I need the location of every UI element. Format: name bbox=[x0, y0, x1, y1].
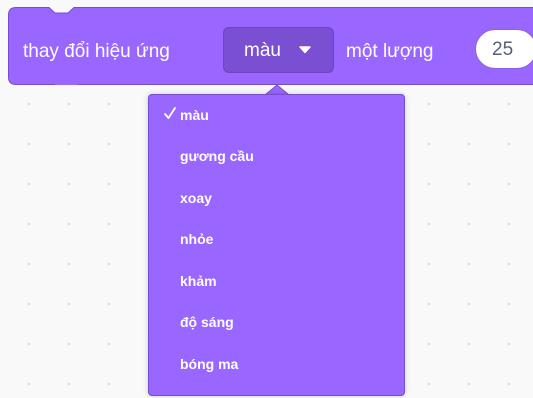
amount-value: 25 bbox=[492, 39, 514, 60]
dropdown-item-kham[interactable]: khảm bbox=[149, 261, 404, 302]
code-workspace[interactable]: thay đổi hiệu ứng màu một lượng 25 màu g… bbox=[0, 0, 533, 398]
dropdown-item-label: màu bbox=[180, 107, 209, 123]
change-effect-block[interactable]: thay đổi hiệu ứng màu một lượng 25 bbox=[8, 7, 533, 85]
dropdown-item-label: bóng ma bbox=[180, 356, 239, 372]
dropdown-item-xoay[interactable]: xoay bbox=[149, 178, 404, 219]
dropdown-item-label: độ sáng bbox=[180, 314, 234, 330]
dropdown-item-label: xoay bbox=[180, 190, 212, 206]
effect-dropdown-menu: màu gương cầu xoay nhỏe khảm độ sáng bón… bbox=[148, 94, 405, 396]
check-icon bbox=[164, 107, 176, 119]
amount-label: một lượng bbox=[346, 41, 434, 62]
dropdown-item-nhoe[interactable]: nhỏe bbox=[149, 219, 404, 260]
dropdown-item-bong-ma[interactable]: bóng ma bbox=[149, 344, 404, 385]
dropdown-item-label: gương cầu bbox=[180, 148, 254, 164]
amount-input[interactable]: 25 bbox=[475, 29, 533, 69]
dropdown-item-guong-cau[interactable]: gương cầu bbox=[149, 136, 404, 177]
dropdown-item-mau[interactable]: màu bbox=[149, 95, 404, 136]
caret-down-icon bbox=[299, 46, 311, 54]
effect-dropdown[interactable]: màu bbox=[223, 27, 334, 73]
dropdown-item-label: nhỏe bbox=[180, 231, 214, 247]
effect-dropdown-value: màu bbox=[244, 40, 281, 61]
block-label: thay đổi hiệu ứng bbox=[23, 41, 170, 62]
dropdown-item-label: khảm bbox=[180, 273, 217, 289]
dropdown-item-do-sang[interactable]: độ sáng bbox=[149, 302, 404, 343]
